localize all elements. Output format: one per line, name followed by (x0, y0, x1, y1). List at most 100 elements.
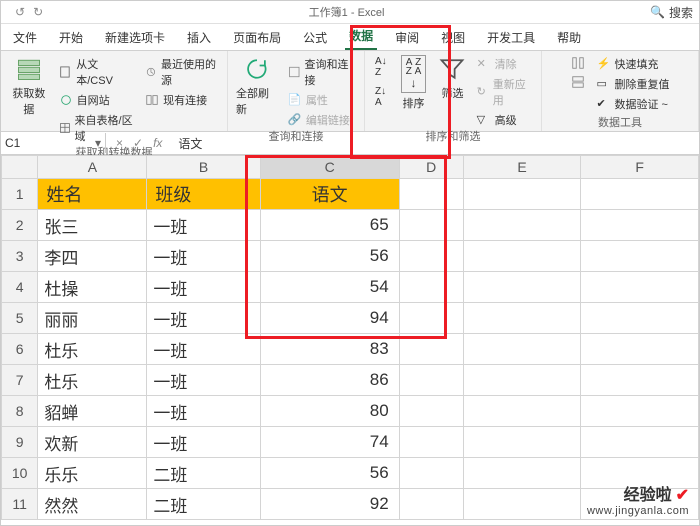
col-header-F[interactable]: F (581, 156, 699, 179)
cell[interactable] (463, 365, 581, 396)
grid[interactable]: A B C D E F 1 姓名 班级 语文 2张三一班653李四一班564杜操… (1, 155, 699, 520)
row-header[interactable]: 4 (2, 272, 38, 303)
cell[interactable]: 一班 (147, 272, 260, 303)
col-header-B[interactable]: B (147, 156, 260, 179)
sort-asc-button[interactable]: A↓Z (373, 55, 389, 79)
filter-button[interactable]: 筛选 (438, 55, 466, 101)
row-header[interactable]: 10 (2, 458, 38, 489)
cell[interactable] (581, 365, 699, 396)
row-header[interactable]: 7 (2, 365, 38, 396)
cell[interactable] (581, 489, 699, 520)
properties-button[interactable]: 📄属性 (286, 91, 356, 109)
cell[interactable] (399, 427, 463, 458)
cell[interactable] (581, 427, 699, 458)
cell[interactable]: 李四 (38, 241, 147, 272)
cell[interactable]: 一班 (147, 365, 260, 396)
cell[interactable]: 83 (260, 334, 399, 365)
tab-new[interactable]: 新建选项卡 (101, 25, 169, 50)
cell[interactable]: 一班 (147, 210, 260, 241)
col-header-D[interactable]: D (399, 156, 463, 179)
cell[interactable]: 班级 (147, 179, 260, 210)
cell[interactable]: 86 (260, 365, 399, 396)
cell[interactable]: 94 (260, 303, 399, 334)
edit-links-button[interactable]: 🔗编辑链接 (286, 111, 356, 129)
reapply-button[interactable]: ↻重新应用 (475, 75, 533, 109)
cell[interactable] (399, 458, 463, 489)
cell[interactable] (463, 179, 581, 210)
cell[interactable]: 56 (260, 241, 399, 272)
cell[interactable]: 92 (260, 489, 399, 520)
col-header-C[interactable]: C (260, 156, 399, 179)
existing-conn-button[interactable]: 现有连接 (143, 91, 219, 109)
cell[interactable]: 二班 (147, 458, 260, 489)
cell[interactable]: 姓名 (38, 179, 147, 210)
tab-dev[interactable]: 开发工具 (483, 25, 539, 50)
cell[interactable] (581, 179, 699, 210)
cell[interactable] (399, 179, 463, 210)
cell[interactable] (399, 365, 463, 396)
cell[interactable] (581, 272, 699, 303)
cell[interactable] (399, 396, 463, 427)
cell[interactable]: 貂蝉 (38, 396, 147, 427)
cell[interactable] (399, 210, 463, 241)
tab-data[interactable]: 数据 (345, 23, 377, 50)
recent-sources-button[interactable]: 最近使用的源 (143, 55, 219, 89)
cell[interactable] (399, 303, 463, 334)
row-header[interactable]: 1 (2, 179, 38, 210)
row-header[interactable]: 9 (2, 427, 38, 458)
remove-dup-button[interactable]: ▭删除重复值 (595, 75, 672, 93)
cell[interactable] (463, 396, 581, 427)
from-csv-button[interactable]: 从文本/CSV (57, 55, 136, 89)
consolidate-icon[interactable] (569, 74, 587, 90)
cell[interactable]: 乐乐 (38, 458, 147, 489)
row-header[interactable]: 5 (2, 303, 38, 334)
cell[interactable] (463, 241, 581, 272)
cell[interactable]: 一班 (147, 303, 260, 334)
tab-review[interactable]: 审阅 (391, 25, 423, 50)
queries-button[interactable]: 查询和连接 (286, 55, 356, 89)
cell[interactable] (463, 334, 581, 365)
cell[interactable] (463, 210, 581, 241)
cell[interactable]: 65 (260, 210, 399, 241)
sort-desc-button[interactable]: Z↓A (373, 85, 389, 109)
cell[interactable]: 丽丽 (38, 303, 147, 334)
row-header[interactable]: 8 (2, 396, 38, 427)
col-header-E[interactable]: E (463, 156, 581, 179)
select-all[interactable] (2, 156, 38, 179)
cell[interactable] (399, 489, 463, 520)
row-header[interactable]: 3 (2, 241, 38, 272)
tab-layout[interactable]: 页面布局 (229, 25, 285, 50)
refresh-all-button[interactable]: 全部刷新 (236, 55, 278, 117)
cell[interactable] (463, 272, 581, 303)
cell[interactable] (463, 458, 581, 489)
cell[interactable] (581, 396, 699, 427)
cell[interactable]: 80 (260, 396, 399, 427)
cell[interactable]: 一班 (147, 396, 260, 427)
cell[interactable]: 杜操 (38, 272, 147, 303)
data-validation-button[interactable]: ✔数据验证 ~ (595, 95, 672, 113)
cell[interactable]: 然然 (38, 489, 147, 520)
cell[interactable]: 张三 (38, 210, 147, 241)
cell[interactable]: 杜乐 (38, 365, 147, 396)
tab-view[interactable]: 视图 (437, 25, 469, 50)
from-web-button[interactable]: 自网站 (57, 91, 136, 109)
cancel-icon[interactable]: × (116, 136, 123, 150)
cell[interactable] (399, 272, 463, 303)
row-header[interactable]: 11 (2, 489, 38, 520)
redo-icon[interactable]: ↻ (33, 5, 43, 19)
cell[interactable]: 一班 (147, 427, 260, 458)
chevron-down-icon[interactable]: ▾ (95, 136, 101, 150)
tab-help[interactable]: 帮助 (553, 25, 585, 50)
cell[interactable]: 杜乐 (38, 334, 147, 365)
cell[interactable]: 欢新 (38, 427, 147, 458)
col-header-A[interactable]: A (38, 156, 147, 179)
flash-fill-button[interactable]: ⚡快速填充 (595, 55, 672, 73)
undo-icon[interactable]: ↺ (15, 5, 25, 19)
cell[interactable] (463, 489, 581, 520)
tab-home[interactable]: 开始 (55, 25, 87, 50)
cell[interactable] (581, 458, 699, 489)
cell[interactable] (581, 210, 699, 241)
cell[interactable] (399, 334, 463, 365)
advanced-filter-button[interactable]: ▽高级 (475, 111, 533, 129)
cell[interactable]: 二班 (147, 489, 260, 520)
